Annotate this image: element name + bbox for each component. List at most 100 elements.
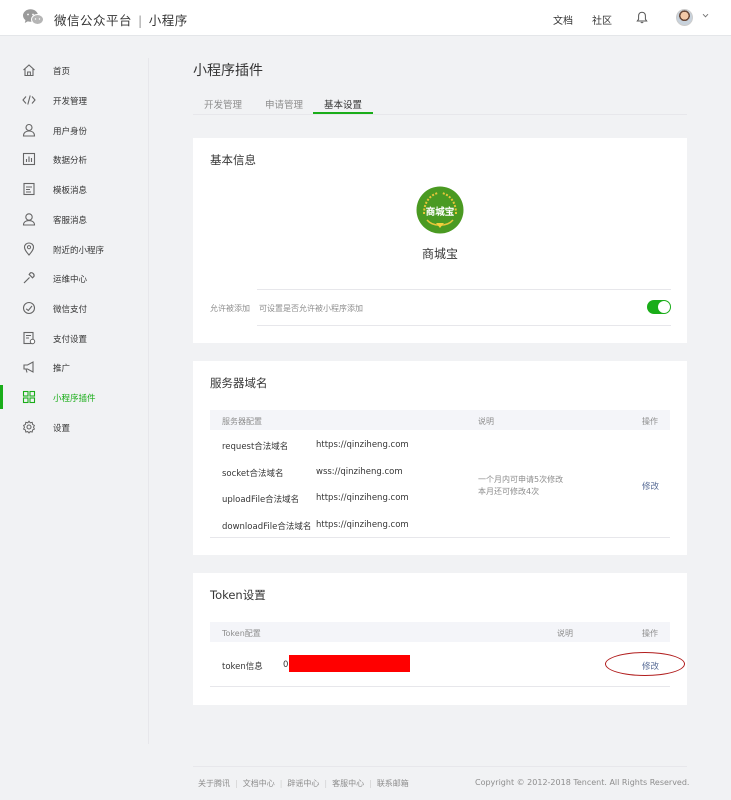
tab-basic-settings[interactable]: 基本设置 xyxy=(324,97,362,111)
sidebar-item-label: 微信支付 xyxy=(53,305,88,315)
top-header: 微信公众平台 | 小程序 文档 社区 xyxy=(0,0,731,36)
brand-name: 微信公众平台 xyxy=(54,13,133,28)
sidebar-item-dev-management[interactable]: 开发管理 xyxy=(0,86,140,114)
sidebar-item-promotion[interactable]: 推广 xyxy=(0,353,140,381)
column-header: 说明 xyxy=(557,629,573,638)
annotation-circle xyxy=(605,652,685,676)
plugin-logo: 商城宝 xyxy=(416,186,464,234)
sidebar-item-wechat-pay[interactable]: 微信支付 xyxy=(0,294,140,322)
page-title: 小程序插件 xyxy=(193,63,263,79)
code-icon xyxy=(22,95,36,105)
payment-settings-icon xyxy=(23,331,36,345)
nav-docs-link[interactable]: 文档 xyxy=(553,12,573,27)
tabs-divider xyxy=(193,114,687,115)
active-tab-indicator xyxy=(313,112,373,114)
domain-config-value: wss://qinziheng.com xyxy=(316,467,403,477)
sidebar-item-label: 客服消息 xyxy=(53,216,88,226)
footer-separator: | xyxy=(324,779,328,788)
gauge-icon xyxy=(22,301,36,315)
domain-config-value: https://qinziheng.com xyxy=(316,493,409,503)
tab-apply-management[interactable]: 申请管理 xyxy=(265,97,303,111)
allow-add-label: 允许被添加 xyxy=(210,304,250,313)
wechat-logo-icon[interactable] xyxy=(22,8,44,26)
sidebar-item-ops-center[interactable]: 运维中心 xyxy=(0,264,140,292)
column-header: 操作 xyxy=(642,417,658,426)
brand-title[interactable]: 微信公众平台 | 小程序 xyxy=(54,10,188,29)
sidebar-item-label: 首页 xyxy=(53,67,71,77)
sidebar-item-data-analysis[interactable]: 数据分析 xyxy=(0,145,140,173)
user-icon xyxy=(22,123,36,137)
toggle-knob xyxy=(658,301,670,313)
sidebar-item-label: 推广 xyxy=(53,364,71,374)
token-card: Token设置 Token配置 说明 操作 token信息 0 修改 xyxy=(193,573,687,705)
sidebar-item-label: 附近的小程序 xyxy=(53,246,105,256)
sidebar-item-label: 小程序插件 xyxy=(53,394,96,404)
home-icon xyxy=(23,64,35,77)
modify-limit-note: 一个月内可申请5次修改 xyxy=(478,475,564,484)
domain-config-value: https://qinziheng.com xyxy=(316,520,409,530)
gear-icon xyxy=(22,420,36,434)
table-header: Token配置 说明 操作 xyxy=(210,622,670,642)
bar-chart-icon xyxy=(22,152,36,166)
headset-user-icon xyxy=(22,213,36,226)
chevron-down-icon[interactable] xyxy=(702,12,709,19)
sidebar-item-template-message[interactable]: 模板消息 xyxy=(0,175,140,203)
avatar[interactable] xyxy=(676,9,693,26)
tab-dev-management[interactable]: 开发管理 xyxy=(204,97,242,111)
sidebar-divider xyxy=(148,58,149,744)
plugin-name: 商城宝 xyxy=(421,247,458,261)
domain-config-name: request合法域名 xyxy=(222,442,289,452)
table-bottom-border xyxy=(210,537,670,538)
megaphone-icon xyxy=(23,361,34,373)
copyright: Copyright © 2012-2018 Tencent. All Right… xyxy=(475,778,690,787)
sidebar-item-nearby[interactable]: 附近的小程序 xyxy=(0,235,140,263)
column-header: 说明 xyxy=(478,417,494,426)
domain-config-name: downloadFile合法域名 xyxy=(222,522,312,532)
footer-separator: | xyxy=(369,779,372,788)
brand-separator: | xyxy=(138,13,143,28)
table-bottom-border xyxy=(210,686,670,687)
column-header: 操作 xyxy=(642,629,658,638)
sidebar-item-user-identity[interactable]: 用户身份 xyxy=(0,116,140,144)
sidebar-item-plugins[interactable]: 小程序插件 xyxy=(0,383,140,411)
footer-link-about[interactable]: 关于腾讯 xyxy=(198,778,230,789)
sidebar-item-label: 运维中心 xyxy=(53,275,88,285)
sidebar-item-payment-settings[interactable]: 支付设置 xyxy=(0,324,140,352)
card-title: 服务器域名 xyxy=(210,376,268,390)
footer-link-email[interactable]: 联系邮箱 xyxy=(377,778,409,789)
footer-separator: | xyxy=(279,779,283,788)
sidebar-item-label: 用户身份 xyxy=(53,127,88,137)
token-redaction-bar xyxy=(289,655,410,672)
column-header: Token配置 xyxy=(222,629,261,638)
sidebar-item-label: 设置 xyxy=(53,424,71,434)
footer-links: 关于腾讯 | 文档中心 | 辟谣中心 | 客服中心 | 联系邮箱 xyxy=(198,778,409,789)
domain-config-value: https://qinziheng.com xyxy=(316,440,409,450)
sidebar-item-customer-service[interactable]: 客服消息 xyxy=(0,205,140,233)
card-title: Token设置 xyxy=(210,588,266,602)
wrench-icon xyxy=(23,272,35,284)
location-pin-icon xyxy=(23,242,35,256)
sidebar-item-label: 数据分析 xyxy=(53,156,88,166)
sidebar-item-home[interactable]: 首页 xyxy=(0,56,140,84)
modify-remaining-note: 本月还可修改4次 xyxy=(478,487,540,496)
domain-config-name: uploadFile合法域名 xyxy=(222,495,300,505)
modify-domain-link[interactable]: 修改 xyxy=(642,480,659,492)
bell-icon[interactable] xyxy=(636,11,648,24)
card-title: 基本信息 xyxy=(210,153,256,167)
footer-link-support[interactable]: 客服中心 xyxy=(332,778,364,789)
plugin-grid-icon xyxy=(22,390,36,404)
server-domain-card: 服务器域名 服务器配置 说明 操作 request合法域名 https://qi… xyxy=(193,361,687,555)
sidebar-item-settings[interactable]: 设置 xyxy=(0,413,140,441)
footer-link-rumor[interactable]: 辟谣中心 xyxy=(287,778,319,789)
sidebar-item-label: 开发管理 xyxy=(53,97,88,107)
token-label: token信息 xyxy=(222,662,263,672)
plugin-logo-text: 商城宝 xyxy=(425,207,455,218)
nav-community-link[interactable]: 社区 xyxy=(592,12,612,27)
footer-divider xyxy=(193,766,687,767)
allow-add-toggle[interactable] xyxy=(647,300,671,314)
sidebar-item-label: 支付设置 xyxy=(53,335,88,345)
allow-add-description: 可设置是否允许被小程序添加 xyxy=(259,304,363,313)
sidebar-item-label: 模板消息 xyxy=(53,186,88,196)
document-icon xyxy=(23,182,35,196)
footer-link-docs[interactable]: 文档中心 xyxy=(243,778,275,789)
